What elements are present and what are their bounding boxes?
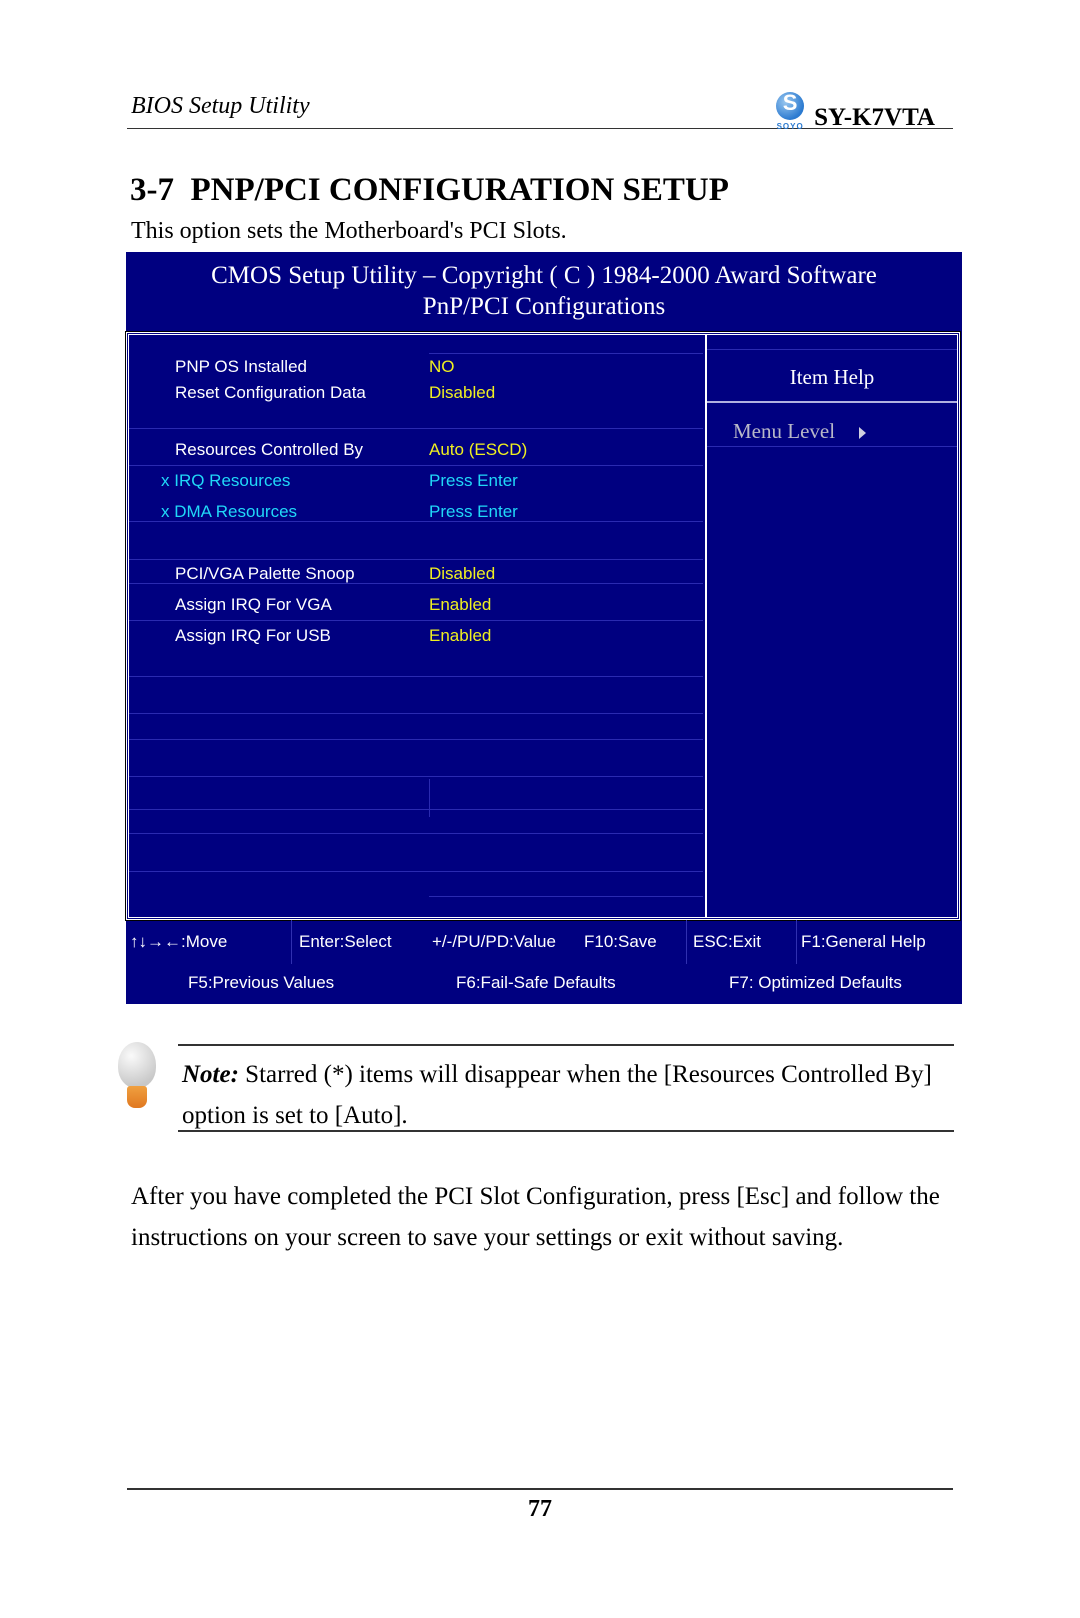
setting-label: PCI/VGA Palette Snoop [175,564,355,583]
page-number: 77 [528,1496,552,1522]
divider [429,896,703,897]
setting-dma-resources: x DMA Resources Press Enter [129,502,703,528]
body-paragraph: After you have completed the PCI Slot Co… [131,1183,940,1251]
divider [291,920,292,964]
divider [129,713,703,714]
setting-assign-irq-for-usb[interactable]: Assign IRQ For USB Enabled [129,626,703,652]
bios-screen: CMOS Setup Utility – Copyright ( C ) 198… [126,252,962,1004]
setting-label: Resources Controlled By [175,440,364,459]
divider [129,428,703,429]
setting-value[interactable]: Disabled [429,564,495,584]
note-body: Starred (*) items will disappear when th… [182,1061,932,1129]
section-heading: PNP/PCI CONFIGURATION SETUP [190,172,729,208]
key-enter-select: Enter:Select [299,932,392,951]
setting-pci-vga-palette-snoop[interactable]: PCI/VGA Palette Snoop Disabled [129,564,703,590]
bios-title: CMOS Setup Utility – Copyright ( C ) 198… [126,260,962,322]
lightbulb-icon [116,1042,160,1116]
divider [707,349,957,350]
key-esc-exit: ESC:Exit [693,932,762,951]
divider [129,739,703,740]
item-help-panel: Item Help Menu Level [705,335,957,917]
setting-resources-controlled-by[interactable]: Resources Controlled By Auto (ESCD) [129,440,703,466]
divider [129,559,703,560]
setting-label: x DMA Resources [161,502,298,521]
footer-divider [127,1488,953,1490]
divider [129,871,703,872]
setting-value: Press Enter [429,471,518,490]
model-name: SY-K7VTA [814,104,935,131]
divider [707,401,957,403]
menu-level-label: Menu Level [733,419,836,443]
setting-label: x IRQ Resources [161,471,291,490]
setting-reset-configuration-data[interactable]: Reset Configuration Data Disabled [129,383,703,409]
divider [129,776,703,777]
note-prefix: Note: [182,1061,239,1088]
divider [178,1130,954,1132]
setting-value: Press Enter [429,502,518,521]
key-f6-failsafe: F6:Fail-Safe Defaults [456,973,616,992]
bios-title-line1: CMOS Setup Utility – Copyright ( C ) 198… [211,262,877,289]
brand: S SOYO SY-K7VTA [772,90,935,132]
divider [707,446,957,447]
divider [429,353,703,354]
menu-level: Menu Level [733,419,867,444]
divider [686,920,687,964]
setting-label: Assign IRQ For USB [175,626,331,645]
divider [129,809,703,810]
key-value: +/-/PU/PD:Value [432,932,556,951]
key-legend: ↑↓→←:Move Enter:Select +/-/PU/PD:Value F… [126,918,962,1004]
divider [429,779,430,817]
triangle-right-icon [859,427,867,440]
section-number: 3-7 [130,172,174,208]
divider [129,676,703,677]
settings-panel: PNP OS Installed NO Reset Configuration … [126,332,960,920]
bios-title-line2: PnP/PCI Configurations [422,293,666,320]
setting-label: PNP OS Installed [175,357,307,376]
soyo-logo-icon: S SOYO [776,90,805,131]
divider [796,920,797,964]
section-title: 3-7 PNP/PCI CONFIGURATION SETUP [130,172,729,209]
setting-value[interactable]: Enabled [429,626,491,646]
manual-title: BIOS Setup Utility [131,93,310,119]
setting-value[interactable]: Auto (ESCD) [429,440,527,460]
key-f5-previous: F5:Previous Values [188,973,335,992]
key-f7-optimized: F7: Optimized Defaults [729,973,902,992]
key-move: ↑↓→←:Move [130,932,228,951]
settings-list: PNP OS Installed NO Reset Configuration … [129,335,703,917]
key-f10-save: F10:Save [584,932,657,951]
setting-assign-irq-for-vga[interactable]: Assign IRQ For VGA Enabled [129,595,703,621]
setting-value[interactable]: Enabled [429,595,491,615]
divider [129,833,703,834]
setting-label: Reset Configuration Data [175,383,366,402]
setting-value[interactable]: Disabled [429,383,495,403]
setting-label: Assign IRQ For VGA [175,595,332,614]
setting-irq-resources: x IRQ Resources Press Enter [129,471,703,497]
intro-text: This option sets the Motherboard's PCI S… [131,218,567,244]
divider [178,1044,954,1046]
setting-value[interactable]: NO [429,357,455,377]
note-text: Note: Starred (*) items will disappear w… [182,1054,942,1136]
item-help-title: Item Help [789,365,875,389]
setting-pnp-os-installed[interactable]: PNP OS Installed NO [129,357,703,383]
note-box: Note: Starred (*) items will disappear w… [108,1040,954,1140]
page-header: BIOS Setup Utility S SOYO SY-K7VTA [127,90,953,132]
key-f1-help: F1:General Help [801,932,926,951]
